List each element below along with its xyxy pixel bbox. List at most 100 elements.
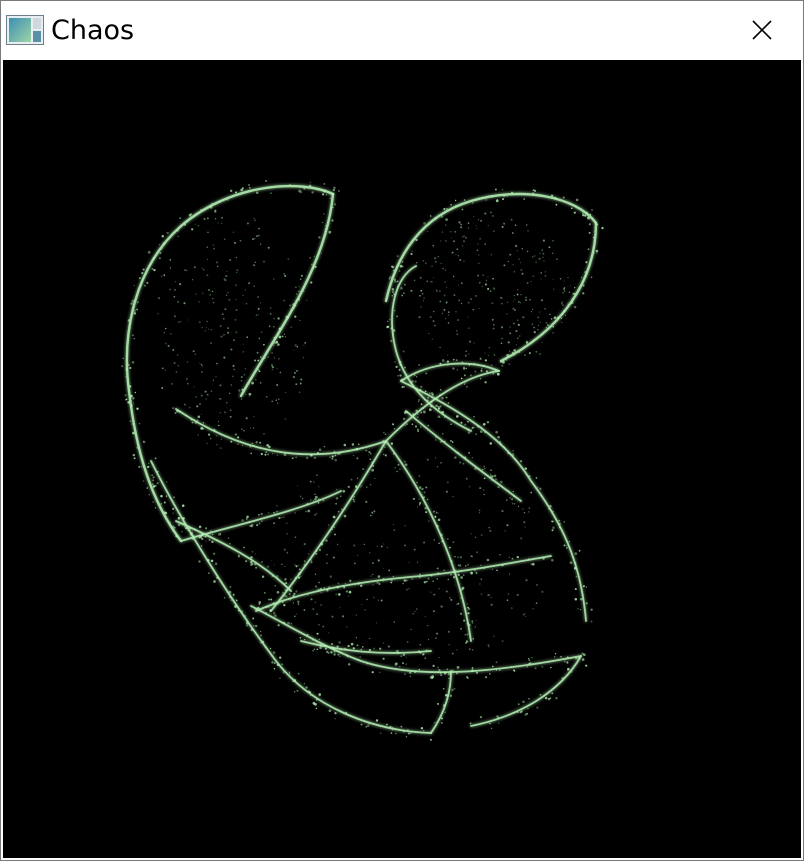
attractor-point — [512, 307, 515, 310]
attractor-point — [136, 407, 139, 410]
attractor-point — [267, 453, 270, 456]
attractor-point — [552, 510, 554, 513]
attractor-point — [323, 191, 325, 193]
attractor-point — [213, 428, 216, 431]
attractor-point — [478, 509, 481, 512]
attractor-point — [231, 375, 234, 378]
attractor-point — [506, 313, 508, 315]
attractor-point — [460, 576, 463, 579]
attractor-point — [464, 456, 467, 459]
attractor-point — [440, 215, 444, 218]
attractor-point — [220, 335, 223, 338]
attractor-point — [558, 522, 561, 525]
attractor-point — [596, 223, 599, 226]
attractor-point — [169, 332, 172, 335]
attractor-point — [550, 318, 553, 320]
attractor-point — [312, 608, 315, 611]
attractor-point — [260, 641, 263, 644]
attractor-point — [517, 703, 520, 706]
attractor-point — [419, 502, 422, 504]
attractor-point — [132, 431, 135, 435]
attractor-point — [373, 510, 376, 513]
attractor-point — [322, 193, 325, 196]
attractor-point — [244, 367, 247, 370]
attractor-point — [465, 367, 468, 370]
attractor-point — [427, 624, 429, 627]
attractor-point — [526, 281, 529, 284]
attractor-point — [404, 366, 406, 369]
attractor-point — [400, 286, 403, 290]
attractor-point — [416, 416, 419, 418]
attractor-point — [341, 508, 343, 511]
attractor-point — [227, 537, 230, 539]
attractor-point — [558, 519, 561, 522]
attractor-point — [297, 485, 299, 487]
attractor-point — [391, 726, 394, 729]
attractor-point — [568, 540, 570, 543]
attractor-point — [468, 452, 470, 454]
attractor-point — [435, 511, 438, 514]
attractor-point — [267, 356, 270, 359]
attractor-point — [294, 615, 296, 617]
attractor-point — [271, 400, 274, 403]
attractor-point — [380, 599, 383, 602]
attractor-point — [420, 289, 423, 292]
attractor-point — [531, 256, 534, 258]
attractor-point — [284, 274, 287, 277]
attractor-point — [492, 327, 495, 330]
attractor-point — [409, 671, 412, 674]
attractor-point — [520, 268, 523, 271]
attractor-point — [215, 376, 217, 378]
attractor-point — [236, 271, 238, 274]
attractor-point — [452, 240, 455, 243]
attractor-point — [203, 535, 205, 538]
attractor-point — [440, 262, 442, 265]
title-bar[interactable]: Chaos — [1, 1, 803, 59]
attractor-point — [234, 605, 237, 608]
attractor-point — [212, 552, 216, 555]
attractor-point — [479, 487, 482, 490]
attractor-point — [539, 321, 541, 323]
attractor-point — [593, 252, 596, 254]
attractor-point — [455, 254, 457, 256]
attractor-point — [584, 270, 587, 274]
attractor-point — [414, 374, 416, 376]
attractor-point — [464, 383, 466, 385]
attractor-point — [451, 652, 454, 655]
close-button[interactable] — [721, 1, 803, 59]
attractor-point — [516, 711, 519, 714]
attractor-point — [353, 496, 355, 498]
attractor-point — [210, 342, 212, 344]
attractor-point — [254, 624, 258, 628]
attractor-point — [490, 469, 492, 471]
attractor-point — [184, 269, 187, 271]
attractor-point — [248, 282, 251, 285]
attractor-point — [513, 711, 516, 714]
attractor-point — [292, 602, 295, 604]
attractor-point — [526, 666, 528, 668]
attractor-point — [205, 398, 207, 400]
attractor-point — [219, 200, 221, 202]
attractor-point — [479, 357, 482, 360]
attractor-point — [260, 560, 263, 563]
attractor-point — [365, 725, 368, 728]
attractor-point — [501, 297, 503, 300]
attractor-point — [284, 336, 287, 338]
attractor-point — [297, 672, 300, 675]
attractor-point — [197, 415, 201, 419]
attractor-point — [229, 585, 232, 588]
attractor-point — [251, 381, 254, 385]
attractor-point — [313, 648, 316, 650]
attractor-point — [366, 724, 370, 727]
attractor-strand — [270, 440, 387, 612]
attractor-point — [214, 210, 217, 213]
attractor-point — [349, 579, 352, 582]
chaos-canvas[interactable] — [3, 60, 801, 858]
attractor-point — [326, 562, 328, 564]
attractor-point — [430, 591, 432, 593]
attractor-point — [282, 516, 285, 519]
attractor-point — [329, 575, 332, 578]
attractor-point — [575, 198, 579, 202]
attractor-point — [510, 666, 513, 668]
attractor-point — [506, 354, 508, 356]
